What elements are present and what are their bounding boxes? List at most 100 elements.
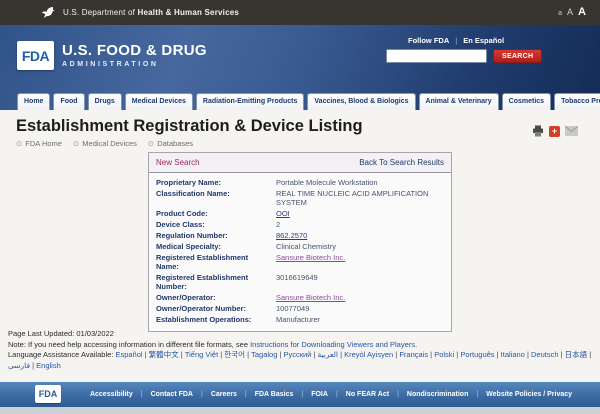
nav-tab-food[interactable]: Food [53,93,84,110]
footer-link-separator: | [301,391,303,398]
printer-icon[interactable] [532,125,544,137]
footer-link[interactable]: FOIA [311,391,328,398]
table-row: Medical Specialty:Clinical Chemistry [156,241,444,252]
table-row: Classification Name:REAL TIME NUCLEIC AC… [156,188,444,208]
share-icon[interactable]: + [549,126,560,137]
nav-tab-tobacco-products[interactable]: Tobacco Products [554,93,600,110]
font-resize-0[interactable]: a [558,10,562,17]
back-to-search-results-link[interactable]: Back To Search Results [359,158,444,167]
footer-link-separator: | [245,391,247,398]
language-link[interactable]: Kreyòl Ayisyen [344,350,393,359]
row-value-link[interactable]: Sansure Biotech Inc. [276,293,345,302]
font-resize-2[interactable]: A [578,7,586,18]
breadcrumb-item-databases[interactable]: ⊙Databases [148,139,193,148]
footer-link[interactable]: No FEAR Act [346,391,389,398]
language-link[interactable]: فارسی [8,361,30,370]
language-link[interactable]: العربية [318,350,339,359]
language-assistance-label: Language Assistance Available: [8,350,115,359]
language-link[interactable]: Français [399,350,428,359]
row-label: Classification Name: [156,189,276,207]
fda-header: FDA U.S. FOOD & DRUG ADMINISTRATION Foll… [0,25,600,110]
language-link[interactable]: Deutsch [531,350,559,359]
row-value: 2 [276,220,444,229]
email-icon[interactable] [565,126,578,136]
language-link[interactable]: Español [115,350,142,359]
language-link[interactable]: 日本語 [565,350,588,359]
table-row: Registered Establishment Number:30166196… [156,272,444,292]
nav-tab-vaccines-blood-biologics[interactable]: Vaccines, Blood & Biologics [307,93,415,110]
footer-fda-logo[interactable]: FDA [35,385,61,403]
row-value: 10077049 [276,304,444,313]
hhs-top-bar: U.S. Department of Health & Human Servic… [0,0,600,25]
page-action-icons: + [532,125,578,137]
table-row: Owner/Operator Number:10077049 [156,303,444,314]
note-text: Note: If you need help accessing informa… [8,340,250,349]
row-value: 862.2570 [276,231,444,240]
breadcrumb-item-fda-home[interactable]: ⊙FDA Home [16,139,62,148]
footer-link-separator: | [476,391,478,398]
fda-subtitle: ADMINISTRATION [62,61,207,68]
search-row: SEARCH [386,49,541,63]
breadcrumb-bullet-icon: ⊙ [73,139,79,148]
table-row: Proprietary Name:Portable Molecule Works… [156,177,444,188]
footer-link-separator: | [201,391,203,398]
font-resize-1[interactable]: A [567,8,573,17]
language-link[interactable]: Italiano [501,350,525,359]
breadcrumb-item-medical-devices[interactable]: ⊙Medical Devices [73,139,137,148]
header-search-area: Follow FDA|En Español SEARCH [386,36,541,63]
footer-link[interactable]: Nondiscrimination [407,391,468,398]
footer-link[interactable]: FDA Basics [255,391,294,398]
language-link[interactable]: 한국어 [224,350,245,359]
nav-tab-home[interactable]: Home [17,93,50,110]
footer-link[interactable]: Accessibility [90,391,133,398]
nav-tab-radiation-emitting-products[interactable]: Radiation-Emitting Products [196,93,305,110]
row-value-link[interactable]: Sansure Biotech Inc. [276,253,345,262]
search-button[interactable]: SEARCH [493,49,542,63]
language-link[interactable]: Tiếng Việt [185,350,218,359]
fda-logo[interactable]: FDA [17,41,54,70]
nav-tab-drugs[interactable]: Drugs [88,93,122,110]
nav-tab-animal-veterinary[interactable]: Animal & Veterinary [419,93,499,110]
header-links-row: Follow FDA|En Español [386,36,541,45]
row-value: Manufacturer [276,315,444,324]
language-link[interactable]: Português [460,350,494,359]
row-label: Establishment Operations: [156,315,276,324]
nav-tab-medical-devices[interactable]: Medical Devices [125,93,193,110]
row-value-link[interactable]: 862.2570 [276,231,307,240]
table-row: Establishment Operations:Manufacturer [156,314,444,325]
row-label: Medical Specialty: [156,242,276,251]
row-value-link[interactable]: OOI [276,209,290,218]
main-content: Establishment Registration & Device List… [0,110,600,382]
new-search-link[interactable]: New Search [156,158,200,167]
language-link[interactable]: Polski [434,350,454,359]
row-label: Regulation Number: [156,231,276,240]
font-resize: aAA [558,7,586,18]
search-input[interactable] [386,49,487,63]
detail-table: Proprietary Name:Portable Molecule Works… [149,173,451,331]
footer-link-separator: | [336,391,338,398]
hhs-bar-text: U.S. Department of Health & Human Servic… [63,8,239,17]
en-espanol-link[interactable]: En Español [463,36,504,45]
footer-links: Accessibility | Contact FDA | Careers | FDA Ba… [0,391,600,398]
follow-fda-link[interactable]: Follow FDA [408,36,449,45]
note-period: . [415,340,417,349]
table-row: Owner/Operator:Sansure Biotech Inc. [156,292,444,303]
footer-link[interactable]: Contact FDA [151,391,193,398]
language-link[interactable]: English [36,361,61,370]
language-link[interactable]: Русский [284,350,312,359]
footer-link[interactable]: Careers [211,391,237,398]
fda-title: U.S. FOOD & DRUG [62,42,207,59]
row-value: 3016619649 [276,273,444,291]
viewers-players-link[interactable]: Instructions for Downloading Viewers and… [250,340,415,349]
language-link[interactable]: 繁體中文 [149,350,179,359]
breadcrumb-bullet-icon: ⊙ [148,139,154,148]
footer-link-separator: | [141,391,143,398]
language-assistance-line: Language Assistance Available: Español |… [8,350,592,371]
breadcrumb: ⊙FDA Home ⊙Medical Devices ⊙Databases [16,139,193,148]
row-value: Sansure Biotech Inc. [276,253,444,271]
row-label: Registered Establishment Name: [156,253,276,271]
language-link[interactable]: Tagalog [251,350,277,359]
language-separator: | [587,350,591,359]
nav-tab-cosmetics[interactable]: Cosmetics [502,93,551,110]
footer-link[interactable]: Website Policies / Privacy [486,391,572,398]
